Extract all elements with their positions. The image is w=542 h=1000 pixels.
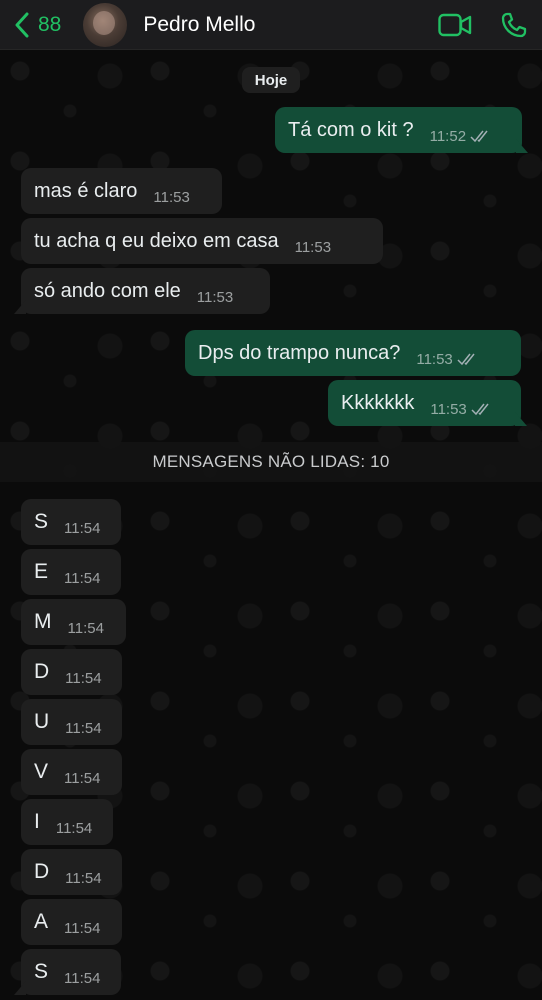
message-bubble-incoming[interactable]: M 11:54 xyxy=(21,599,126,645)
video-call-button[interactable] xyxy=(438,13,472,37)
double-check-icon xyxy=(457,353,475,366)
double-check-icon xyxy=(471,403,489,416)
message-time: 11:54 xyxy=(67,619,104,637)
message-time: 11:54 xyxy=(64,769,101,787)
message-bubble-incoming[interactable]: D 11:54 xyxy=(21,649,122,695)
message-time: 11:52 xyxy=(429,127,467,145)
message-bubble-incoming[interactable]: S 11:54 xyxy=(21,499,121,545)
message-bubble-outgoing[interactable]: Tá com o kit ? 11:52 xyxy=(275,107,522,153)
message-bubble-incoming[interactable]: I 11:54 xyxy=(21,799,113,845)
message-time: 11:54 xyxy=(65,719,102,737)
avatar[interactable] xyxy=(83,2,128,47)
message-bubble-incoming[interactable]: só ando com ele 11:53 xyxy=(21,268,270,314)
message-time: 11:54 xyxy=(64,969,101,987)
message-time: 11:53 xyxy=(196,288,234,306)
message-time: 11:53 xyxy=(430,400,467,418)
message-bubble-incoming[interactable]: E 11:54 xyxy=(21,549,121,595)
message-bubble-incoming[interactable]: A 11:54 xyxy=(21,899,122,945)
message-text: Tá com o kit ? xyxy=(288,118,414,141)
message-bubble-incoming[interactable]: S 11:54 xyxy=(21,949,121,995)
message-time: 11:54 xyxy=(64,519,101,537)
phone-icon xyxy=(501,12,527,37)
message-bubble-incoming[interactable]: tu acha q eu deixo em casa 11:53 xyxy=(21,218,383,264)
message-bubble-incoming[interactable]: mas é claro 11:53 xyxy=(21,168,222,214)
chat-header: 88 Pedro Mello xyxy=(0,0,542,50)
date-separator: Hoje xyxy=(242,67,300,93)
chevron-left-icon xyxy=(15,12,29,37)
message-text: M xyxy=(34,610,52,633)
message-text: mas é claro xyxy=(34,179,138,202)
unread-chats-count: 88 xyxy=(38,12,62,36)
message-time: 11:54 xyxy=(64,919,101,937)
message-time: 11:54 xyxy=(64,569,101,587)
message-time: 11:53 xyxy=(416,350,453,368)
message-text: Kkkkkkk xyxy=(341,391,415,414)
double-check-icon xyxy=(470,130,488,143)
message-time: 11:53 xyxy=(294,238,332,256)
bubble-tail xyxy=(516,139,528,153)
message-time: 11:54 xyxy=(65,869,102,887)
message-bubble-outgoing[interactable]: Dps do trampo nunca? 11:53 xyxy=(185,330,521,376)
message-text: V xyxy=(34,760,49,783)
voice-call-button[interactable] xyxy=(500,11,528,39)
message-bubble-incoming[interactable]: V 11:54 xyxy=(21,749,122,795)
message-bubble-incoming[interactable]: D 11:54 xyxy=(21,849,122,895)
bubble-tail xyxy=(14,981,26,995)
back-button[interactable]: 88 xyxy=(14,12,61,38)
message-text: U xyxy=(34,710,50,733)
message-time: 11:54 xyxy=(55,819,93,837)
message-text: D xyxy=(34,660,50,683)
bubble-tail xyxy=(515,412,527,426)
message-time: 11:54 xyxy=(65,669,102,687)
message-text: E xyxy=(34,560,49,583)
message-bubble-outgoing[interactable]: Kkkkkkk 11:53 xyxy=(328,380,521,426)
video-camera-icon xyxy=(438,13,472,36)
chat-area[interactable]: Hoje Tá com o kit ? 11:52 mas é claro 11… xyxy=(0,51,542,1000)
message-bubble-incoming[interactable]: U 11:54 xyxy=(21,699,122,745)
bubble-tail xyxy=(14,300,26,314)
message-text: I xyxy=(34,810,40,833)
message-text: tu acha q eu deixo em casa xyxy=(34,229,279,252)
unread-messages-divider: MENSAGENS NÃO LIDAS: 10 xyxy=(0,442,542,482)
message-text: só ando com ele xyxy=(34,279,181,302)
message-text: S xyxy=(34,510,49,533)
message-text: S xyxy=(34,960,49,983)
message-text: A xyxy=(34,910,49,933)
message-text: D xyxy=(34,860,50,883)
message-text: Dps do trampo nunca? xyxy=(198,341,401,364)
message-time: 11:53 xyxy=(153,188,190,206)
contact-name[interactable]: Pedro Mello xyxy=(143,13,438,37)
